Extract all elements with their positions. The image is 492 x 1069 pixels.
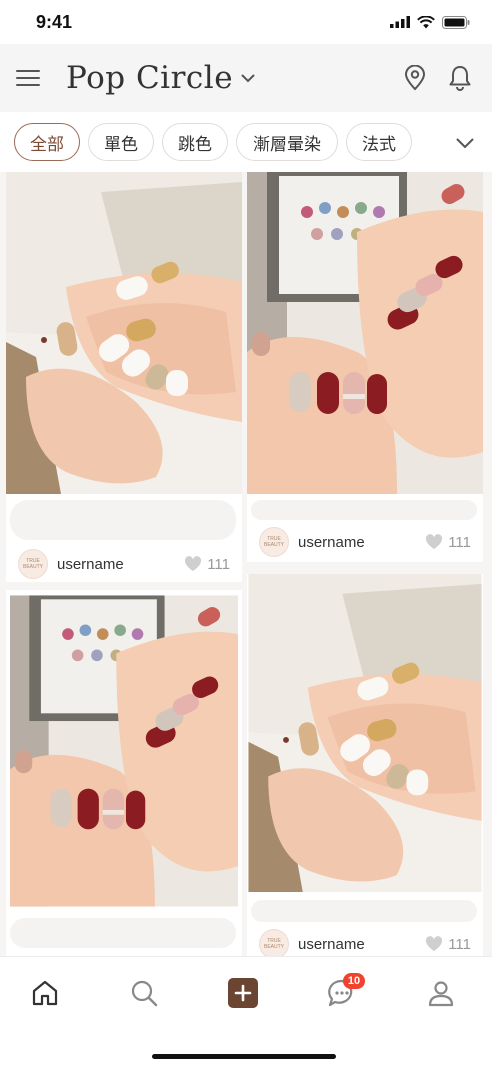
bottom-nav: 10 xyxy=(0,956,492,1069)
username[interactable]: username xyxy=(298,534,365,551)
status-time: 9:41 xyxy=(36,11,73,32)
category-tabs: 全部 單色 跳色 漸層暈染 法式 xyxy=(0,112,492,172)
tab-contrast-color[interactable]: 跳色 xyxy=(162,123,228,161)
post-caption xyxy=(251,500,477,520)
heart-icon xyxy=(426,534,443,549)
username[interactable]: username xyxy=(57,556,124,573)
username[interactable]: username xyxy=(298,936,365,953)
heart-icon xyxy=(426,936,443,951)
tab-all[interactable]: 全部 xyxy=(14,123,80,161)
post-feed[interactable]: TRUE BEAUTY username 111 TRUE BEAUTY use… xyxy=(0,172,492,956)
like-count: 111 xyxy=(448,935,471,953)
post-image[interactable] xyxy=(6,172,242,494)
like-count: 111 xyxy=(448,533,471,551)
home-icon[interactable] xyxy=(29,977,61,1009)
post-meta: TRUE BEAUTY username 111 xyxy=(259,928,471,956)
bell-icon[interactable] xyxy=(448,65,472,91)
message-badge: 10 xyxy=(343,973,365,989)
post-card[interactable] xyxy=(6,590,242,956)
signal-icon xyxy=(390,16,410,28)
tab-solid-color[interactable]: 單色 xyxy=(88,123,154,161)
search-icon[interactable] xyxy=(128,977,160,1009)
post-card[interactable]: TRUE BEAUTY username 111 xyxy=(247,574,483,956)
avatar[interactable]: TRUE BEAUTY xyxy=(18,549,48,579)
post-caption xyxy=(10,918,236,948)
tab-french[interactable]: 法式 xyxy=(346,123,412,161)
app-title-dropdown[interactable]: Pop Circle xyxy=(66,60,255,96)
chevron-down-icon xyxy=(241,74,255,82)
like-button[interactable]: 111 xyxy=(425,936,471,953)
like-count: 111 xyxy=(207,555,230,573)
home-indicator xyxy=(152,1054,336,1059)
post-image[interactable] xyxy=(247,172,483,494)
avatar[interactable]: TRUE BEAUTY xyxy=(259,929,289,956)
chat-icon[interactable]: 10 xyxy=(326,973,365,1009)
post-card[interactable]: TRUE BEAUTY username 111 xyxy=(247,172,483,562)
avatar[interactable]: TRUE BEAUTY xyxy=(259,527,289,557)
plus-icon[interactable] xyxy=(227,977,259,1009)
app-title: Pop Circle xyxy=(66,60,234,96)
status-icons xyxy=(390,15,470,29)
like-button[interactable]: 111 xyxy=(184,556,230,573)
chevron-down-icon[interactable] xyxy=(452,130,478,156)
post-meta: TRUE BEAUTY username 111 xyxy=(18,548,230,580)
heart-icon xyxy=(185,556,202,571)
tab-gradient[interactable]: 漸層暈染 xyxy=(236,123,338,161)
app-header: Pop Circle xyxy=(0,44,492,112)
post-card[interactable]: TRUE BEAUTY username 111 xyxy=(6,172,242,582)
battery-icon xyxy=(442,15,470,29)
wifi-icon xyxy=(417,15,435,28)
post-meta: TRUE BEAUTY username 111 xyxy=(259,526,471,558)
menu-icon[interactable] xyxy=(16,64,44,92)
post-caption xyxy=(10,500,236,540)
like-button[interactable]: 111 xyxy=(425,534,471,551)
post-image[interactable] xyxy=(247,574,483,892)
post-image[interactable] xyxy=(10,590,238,912)
profile-icon[interactable] xyxy=(425,977,457,1009)
status-bar: 9:41 xyxy=(0,0,492,44)
post-caption xyxy=(251,900,477,922)
location-icon[interactable] xyxy=(404,65,426,91)
